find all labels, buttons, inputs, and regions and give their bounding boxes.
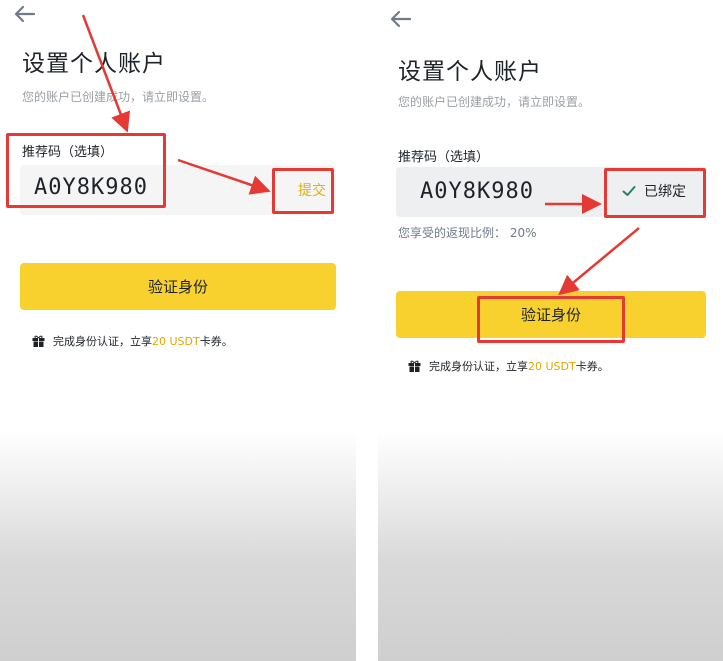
verify-identity-button[interactable]: 验证身份 <box>396 291 706 338</box>
promo-text: 完成身份认证，立享 <box>53 335 152 348</box>
cashback-ratio-label: 您享受的返现比例： <box>398 226 507 240</box>
page-title: 设置个人账户 <box>22 51 166 77</box>
gift-icon <box>408 360 421 372</box>
cashback-ratio: 您享受的返现比例： 20% <box>398 224 537 241</box>
referral-code-input[interactable]: A0Y8K980 提交 <box>20 165 336 215</box>
page-subtitle: 您的账户已创建成功，请立即设置。 <box>398 95 591 109</box>
promo-text: 完成身份认证，立享 <box>429 360 528 373</box>
right-screen: 设置个人账户 您的账户已创建成功，请立即设置。 推荐码（选填） A0Y8K980… <box>378 0 723 661</box>
referral-code-label: 推荐码（选填） <box>398 150 490 165</box>
gift-icon <box>32 335 45 347</box>
check-icon <box>622 186 636 196</box>
back-arrow-icon[interactable] <box>14 5 36 23</box>
referral-code-value: A0Y8K980 <box>34 175 148 200</box>
promo-note: 完成身份认证，立享20 USDT卡券。 <box>32 333 233 349</box>
page-title: 设置个人账户 <box>398 59 542 85</box>
bound-status-badge: 已绑定 <box>608 175 700 207</box>
referral-code-label: 推荐码（选填） <box>22 145 114 160</box>
back-arrow-icon[interactable] <box>390 10 412 28</box>
left-screen: 设置个人账户 您的账户已创建成功，请立即设置。 推荐码（选填） A0Y8K980… <box>0 0 356 661</box>
promo-amount: 20 USDT <box>152 335 200 348</box>
page-subtitle: 您的账户已创建成功，请立即设置。 <box>22 90 215 104</box>
promo-suffix: 卡券。 <box>575 360 609 373</box>
promo-suffix: 卡券。 <box>199 335 233 348</box>
referral-code-input: A0Y8K980 已绑定 <box>396 167 706 217</box>
submit-button[interactable]: 提交 <box>298 180 326 200</box>
bound-label: 已绑定 <box>644 184 686 200</box>
verify-identity-button[interactable]: 验证身份 <box>20 263 336 310</box>
promo-note: 完成身份认证，立享20 USDT卡券。 <box>408 358 609 374</box>
cashback-ratio-value: 20% <box>509 226 537 240</box>
referral-code-value: A0Y8K980 <box>420 179 534 204</box>
promo-amount: 20 USDT <box>528 360 576 373</box>
